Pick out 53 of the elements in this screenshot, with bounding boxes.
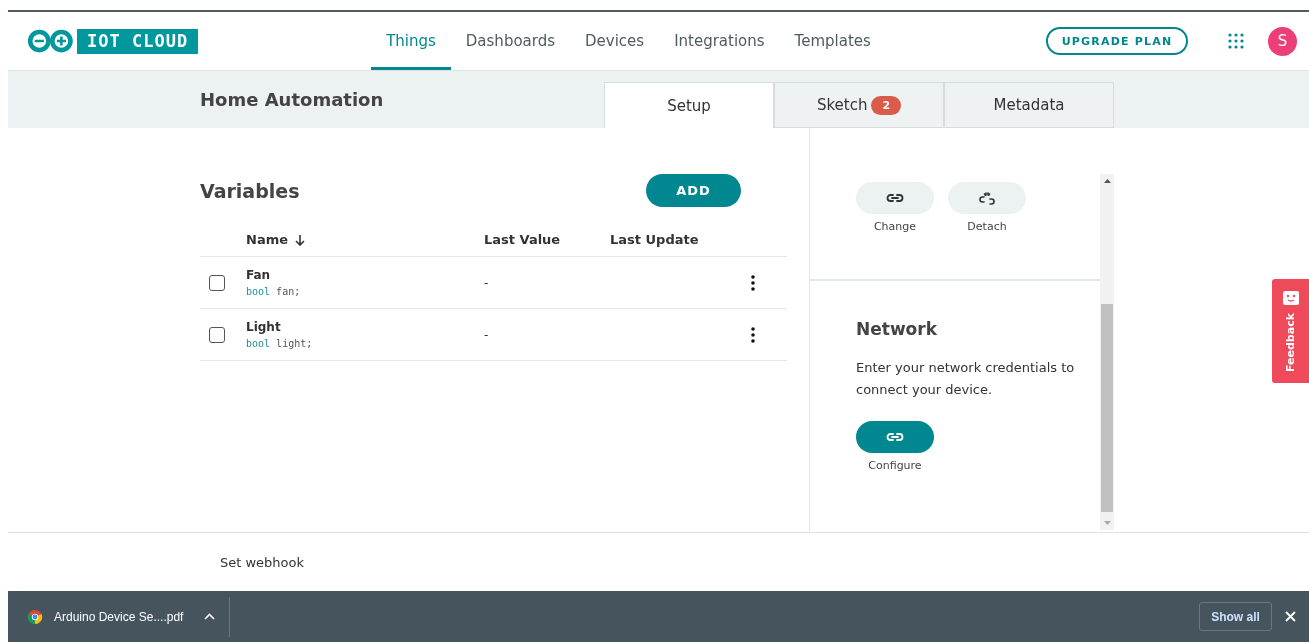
column-header: Last Value [484, 232, 561, 247]
network-description: Enter your network credentials to connect your device. [856, 359, 1076, 399]
scroll-down-icon [1102, 520, 1112, 526]
change-button[interactable] [856, 182, 934, 214]
more-options-icon[interactable] [751, 326, 755, 343]
tab[interactable]: Metadata [944, 82, 1114, 128]
infinity-logo-icon [27, 28, 75, 54]
table-cell: - [484, 327, 489, 342]
action-label: Detach [967, 220, 1007, 233]
variable-name: Light [246, 320, 281, 334]
link-icon [886, 191, 904, 205]
nav-link[interactable]: Devices [570, 12, 660, 70]
thing-title: Home Automation [200, 89, 385, 112]
table-cell: - [484, 275, 489, 290]
tab[interactable]: Setup [604, 82, 774, 128]
section-title: Variables [200, 179, 300, 202]
variable-declaration: bool light; [246, 338, 313, 349]
link-icon [886, 430, 904, 444]
more-options-icon[interactable] [751, 274, 755, 291]
sort-down-icon [294, 233, 306, 246]
scroll-up-icon [1102, 178, 1112, 184]
broken-link-icon [978, 191, 996, 205]
variable-name: Fan [246, 268, 271, 282]
apps-grid-icon[interactable] [1228, 33, 1244, 49]
action-label: Configure [868, 459, 922, 472]
detach-button[interactable] [948, 182, 1026, 214]
scrollbar[interactable] [1100, 174, 1114, 530]
scrollbar-thumb[interactable] [1101, 304, 1113, 512]
add-button[interactable]: ADD [646, 174, 741, 207]
nav-link[interactable]: Integrations [659, 12, 780, 70]
browser-icon [27, 608, 43, 625]
close-icon[interactable] [1285, 611, 1296, 622]
count-badge: 2 [871, 95, 902, 115]
action-label: Change [873, 220, 917, 233]
checkbox[interactable] [209, 274, 225, 291]
feedback-tab[interactable]: Feedback [1272, 279, 1309, 383]
smiley-icon [1282, 290, 1299, 305]
nav-link[interactable]: Templates [779, 12, 886, 70]
caret-up-icon[interactable] [204, 613, 216, 620]
checkbox[interactable] [209, 326, 225, 343]
section-title: Network [856, 319, 938, 339]
variable-declaration: bool fan; [246, 286, 301, 297]
nav-link[interactable]: Dashboards [450, 12, 570, 70]
upgrade-plan-button[interactable]: UPGRADE PLAN [1046, 27, 1188, 55]
tab[interactable]: Sketch 2 [774, 82, 944, 128]
logo-text: IOT CLOUD [77, 28, 199, 54]
configure-button[interactable] [856, 421, 934, 453]
download-item[interactable]: Arduino Device Se....pdf [8, 596, 231, 637]
column-header: Last Update [610, 232, 699, 247]
set-webhook-link[interactable]: Set webhook [220, 554, 305, 570]
avatar[interactable]: S [1268, 26, 1297, 56]
show-all-button[interactable]: Show all [1199, 602, 1272, 631]
column-header[interactable]: Name [246, 232, 288, 247]
